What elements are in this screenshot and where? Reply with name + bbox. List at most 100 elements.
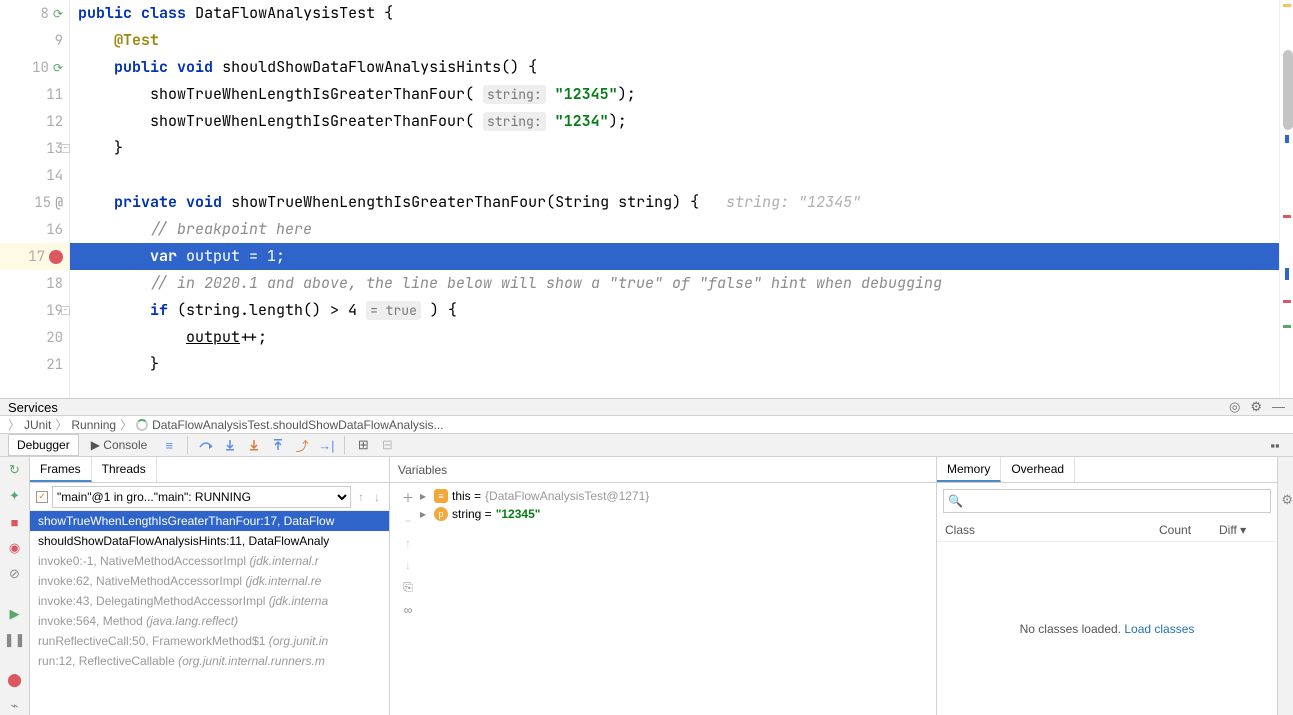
up-icon[interactable]: ↑ bbox=[405, 536, 411, 550]
info-marker[interactable] bbox=[1285, 135, 1289, 143]
rerun-icon[interactable]: ↻ bbox=[6, 461, 24, 479]
variable-row[interactable]: ▸ p string = "12345" bbox=[420, 505, 930, 523]
frames-pane: Frames Threads ✓ "main"@1 in gro..."main… bbox=[30, 457, 390, 715]
gutter-row[interactable]: 9 bbox=[0, 27, 69, 54]
frame-item[interactable]: invoke:564, Method (java.lang.reflect) bbox=[30, 611, 389, 631]
gutter-row[interactable]: 12 bbox=[0, 108, 69, 135]
add-watch-icon[interactable]: ＋ bbox=[402, 489, 414, 506]
mute-breakpoints-icon[interactable]: ⊘ bbox=[6, 565, 24, 583]
gutter-row[interactable]: 16 bbox=[0, 216, 69, 243]
error-marker[interactable] bbox=[1283, 300, 1291, 303]
variable-row[interactable]: ▸ ≡ this = {DataFlowAnalysisTest@1271} bbox=[420, 487, 930, 505]
gutter-row[interactable]: 11 bbox=[0, 81, 69, 108]
layout-icon[interactable]: ≡ bbox=[159, 435, 179, 455]
run-icon[interactable]: ⟳ bbox=[53, 6, 63, 22]
target-icon[interactable]: ◎ bbox=[1229, 399, 1240, 415]
down-icon[interactable]: ↓ bbox=[371, 490, 383, 504]
tab-threads[interactable]: Threads bbox=[92, 457, 157, 482]
dfa-hint: = true bbox=[366, 301, 421, 320]
error-marker[interactable] bbox=[1283, 215, 1291, 218]
execution-marker[interactable] bbox=[1285, 268, 1289, 280]
step-over-icon[interactable] bbox=[196, 435, 216, 455]
debug-side-toolbar: ↻ ✦ ■ ◉ ⊘ ▶ ❚❚ ⬤ ⌁ bbox=[0, 457, 30, 715]
col-class[interactable]: Class bbox=[945, 523, 1159, 537]
fold-icon[interactable]: − bbox=[61, 306, 70, 315]
field-badge-icon: ≡ bbox=[434, 489, 448, 503]
step-out-icon[interactable] bbox=[268, 435, 288, 455]
settings-icon[interactable]: ⬤ bbox=[6, 671, 24, 689]
gutter-row[interactable]: 20 bbox=[0, 324, 69, 351]
breakpoint-icon[interactable] bbox=[49, 250, 63, 264]
frame-item[interactable]: showTrueWhenLengthIsGreaterThanFour:17, … bbox=[30, 511, 389, 531]
breadcrumb: 〉 JUnit 〉 Running 〉 DataFlowAnalysisTest… bbox=[0, 416, 1293, 434]
breadcrumb-item[interactable]: DataFlowAnalysisTest.shouldShowDataFlowA… bbox=[152, 418, 443, 432]
col-diff[interactable]: Diff ▾ bbox=[1219, 523, 1269, 537]
at-icon: @ bbox=[55, 194, 63, 211]
minimize-icon[interactable]: — bbox=[1272, 399, 1285, 415]
run-icon[interactable]: ⟳ bbox=[53, 60, 63, 76]
warning-marker[interactable] bbox=[1283, 4, 1291, 7]
memory-search: 🔍 ⚙ bbox=[943, 489, 1271, 513]
param-badge-icon: p bbox=[434, 507, 448, 521]
ok-marker[interactable] bbox=[1283, 325, 1291, 328]
variables-title: Variables bbox=[390, 457, 936, 483]
frame-item[interactable]: invoke:62, NativeMethodAccessorImpl (jdk… bbox=[30, 571, 389, 591]
evaluate-icon[interactable]: ⊞ bbox=[353, 435, 373, 455]
expand-icon[interactable]: ▸ bbox=[420, 489, 430, 503]
stop-icon[interactable]: ■ bbox=[6, 513, 24, 531]
step-into-icon[interactable] bbox=[220, 435, 240, 455]
gutter-row[interactable]: 19− bbox=[0, 297, 69, 324]
load-classes-link[interactable]: Load classes bbox=[1124, 622, 1194, 636]
fold-icon[interactable]: − bbox=[61, 144, 70, 153]
frame-item[interactable]: invoke0:-1, NativeMethodAccessorImpl (jd… bbox=[30, 551, 389, 571]
memory-columns: Class Count Diff ▾ bbox=[937, 519, 1277, 542]
trace-icon[interactable]: ⊟ bbox=[377, 435, 397, 455]
checkbox-icon[interactable]: ✓ bbox=[36, 491, 48, 503]
col-count[interactable]: Count bbox=[1159, 523, 1219, 537]
thread-selector-row: ✓ "main"@1 in gro..."main": RUNNING ↑ ↓ bbox=[30, 483, 389, 511]
tab-console[interactable]: ▶ Console bbox=[83, 435, 156, 455]
frame-item[interactable]: runReflectiveCall:50, FrameworkMethod$1 … bbox=[30, 631, 389, 651]
thread-select[interactable]: "main"@1 in gro..."main": RUNNING bbox=[52, 486, 351, 508]
frame-item[interactable]: shouldShowDataFlowAnalysisHints:11, Data… bbox=[30, 531, 389, 551]
gutter-row[interactable]: 21 bbox=[0, 351, 69, 378]
gear-icon[interactable]: ⚙ bbox=[1250, 399, 1262, 415]
down-icon[interactable]: ↓ bbox=[405, 558, 411, 572]
pin-icon[interactable]: ⌁ bbox=[6, 697, 24, 715]
tab-overhead[interactable]: Overhead bbox=[1001, 457, 1075, 482]
gear-icon[interactable]: ⚙ bbox=[1281, 492, 1293, 508]
variables-pane: Variables ＋ − ↑ ↓ ⎘ ∞ ▸ ≡ this = {DataFl… bbox=[390, 457, 937, 715]
frame-item[interactable]: invoke:43, DelegatingMethodAccessorImpl … bbox=[30, 591, 389, 611]
frame-item[interactable]: run:12, ReflectiveCallable (org.junit.in… bbox=[30, 651, 389, 671]
breadcrumb-item[interactable]: Running bbox=[71, 418, 116, 432]
expand-icon[interactable]: ▸ bbox=[420, 507, 430, 521]
modify-run-icon[interactable]: ✦ bbox=[6, 487, 24, 505]
remove-watch-icon[interactable]: − bbox=[404, 514, 411, 528]
gutter-row[interactable]: 15@ bbox=[0, 189, 69, 216]
memory-search-input[interactable] bbox=[943, 489, 1271, 513]
resume-icon[interactable]: ▶ bbox=[6, 605, 24, 623]
force-step-into-icon[interactable] bbox=[244, 435, 264, 455]
more-icon[interactable]: ▪▪ bbox=[1265, 435, 1285, 455]
gutter-row[interactable]: 10⟳ bbox=[0, 54, 69, 81]
frame-list[interactable]: showTrueWhenLengthIsGreaterThanFour:17, … bbox=[30, 511, 389, 715]
pause-icon[interactable]: ❚❚ bbox=[6, 631, 24, 649]
code-editor[interactable]: public class DataFlowAnalysisTest { @Tes… bbox=[70, 0, 1279, 398]
gutter-row[interactable]: 13− bbox=[0, 135, 69, 162]
tab-debugger[interactable]: Debugger bbox=[8, 434, 79, 456]
breadcrumb-item[interactable]: JUnit bbox=[24, 418, 51, 432]
up-icon[interactable]: ↑ bbox=[355, 490, 367, 504]
drop-frame-icon[interactable]: ⤴ bbox=[292, 435, 312, 455]
copy-icon[interactable]: ⎘ bbox=[403, 580, 413, 595]
run-to-cursor-icon[interactable]: →| bbox=[316, 435, 336, 455]
param-hint: string: bbox=[483, 85, 546, 104]
show-watches-icon[interactable]: ∞ bbox=[404, 603, 413, 617]
tab-memory[interactable]: Memory bbox=[937, 457, 1001, 482]
gutter-row[interactable]: 8⟳ bbox=[0, 0, 69, 27]
gutter-row-current[interactable]: 17 bbox=[0, 243, 69, 270]
gutter-row[interactable]: 14 bbox=[0, 162, 69, 189]
view-breakpoints-icon[interactable]: ◉ bbox=[6, 539, 24, 557]
scrollbar-thumb[interactable] bbox=[1283, 50, 1293, 130]
tab-frames[interactable]: Frames bbox=[30, 457, 92, 482]
gutter-row[interactable]: 18 bbox=[0, 270, 69, 297]
